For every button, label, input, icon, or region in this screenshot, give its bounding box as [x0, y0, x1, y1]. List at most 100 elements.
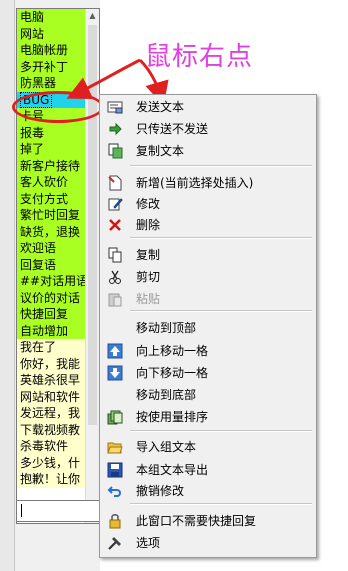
- list-item-label: 英雄杀很早: [20, 373, 81, 387]
- menu-item-label: 移动到顶部: [136, 321, 197, 335]
- menu-item[interactable]: 复制: [102, 245, 312, 265]
- menu-separator: [130, 430, 312, 432]
- list-item[interactable]: 英雄杀很早: [17, 372, 85, 389]
- menu-item-label: 修改: [136, 197, 161, 211]
- menu-item[interactable]: 粘贴: [102, 289, 312, 309]
- list-item[interactable]: 繁忙时回复: [17, 207, 85, 224]
- menu-item[interactable]: 撤销修改: [102, 481, 312, 501]
- arrow-right-icon: [107, 121, 123, 137]
- list-item[interactable]: 议价的对话: [17, 289, 85, 306]
- menu-item[interactable]: 向上移动一格: [102, 341, 312, 361]
- menu-item-label: 剪切: [136, 270, 161, 284]
- list-item-label: 网站: [20, 26, 45, 41]
- context-menu: 发送文本只传送不发送复制文本新增(当前选择处插入) 修改删除复制剪切粘贴移动到顶部…: [99, 94, 317, 558]
- menu-item-label: 此窗口不需要快捷回复: [136, 514, 257, 528]
- menu-item-label: 发送文本: [136, 100, 185, 114]
- undo-icon: [107, 483, 123, 499]
- list-item[interactable]: 我在了: [17, 339, 85, 356]
- menu-item-label: 导入组文本: [136, 440, 197, 454]
- menu-item[interactable]: 只传送不发送: [102, 119, 312, 139]
- list-item-label: 新客户接待: [20, 158, 81, 173]
- menu-item-label: 按使用量排序: [136, 410, 209, 424]
- list-item-label: ##对话用语: [20, 274, 85, 288]
- menu-item-label: 复制文本: [136, 144, 185, 158]
- list-item[interactable]: 电脑: [17, 9, 85, 26]
- new-document-icon: [107, 175, 123, 191]
- list-item[interactable]: 支付方式: [17, 190, 85, 207]
- list-item[interactable]: 报毒: [17, 124, 85, 141]
- list-item-label: 回复语: [20, 257, 57, 272]
- list-item[interactable]: 缺货，退换: [17, 223, 85, 240]
- list-item[interactable]: 多开补丁: [17, 58, 85, 75]
- lock-icon: [107, 513, 123, 529]
- menu-item[interactable]: 按使用量排序: [102, 407, 312, 427]
- list-scrollbar[interactable]: ▲ ▼: [85, 9, 99, 523]
- list-item[interactable]: 下载视频教: [17, 421, 85, 438]
- menu-separator: [130, 165, 312, 167]
- menu-item[interactable]: 选项: [102, 533, 312, 553]
- list-item[interactable]: ##对话用语: [17, 273, 85, 290]
- menu-item[interactable]: 删除: [102, 215, 312, 235]
- list-item[interactable]: 电脑帐册: [17, 42, 85, 59]
- list-item[interactable]: 掉了: [17, 141, 85, 158]
- highlight-oval: [12, 91, 104, 123]
- menu-item-label: 复制: [136, 248, 161, 262]
- list-item[interactable]: 抱歉！让你: [17, 471, 85, 488]
- menu-item-label: 撤销修改: [136, 484, 185, 498]
- list-item-label: 缺货，退换: [20, 224, 81, 239]
- list-item-label: 欢迎语: [20, 241, 57, 255]
- hammer-icon: [107, 535, 123, 551]
- menu-item[interactable]: 移动到底部: [102, 385, 312, 405]
- menu-item-label: 本组文本导出: [136, 463, 209, 477]
- list-item[interactable]: 新客户接待: [17, 157, 85, 174]
- list-item[interactable]: 网站: [17, 25, 85, 42]
- list-item[interactable]: 网站和软件: [17, 388, 85, 405]
- menu-item[interactable]: 移动到顶部: [102, 318, 312, 338]
- list-item-label: 多开补丁: [20, 59, 69, 74]
- list-item-label: 电脑帐册: [20, 43, 69, 57]
- menu-item[interactable]: 新增(当前选择处插入): [102, 173, 312, 193]
- list-item-label: 杀毒软件: [20, 439, 69, 453]
- text-caret: [21, 504, 22, 517]
- list-item[interactable]: 发远程，我: [17, 405, 85, 422]
- list-item[interactable]: 欢迎语: [17, 240, 85, 257]
- list-item-label: 网站和软件: [20, 389, 81, 404]
- list-item-label: 电脑: [20, 10, 45, 24]
- list-item-label: 你好，我能: [20, 356, 81, 371]
- list-item[interactable]: 多少钱，什: [17, 454, 85, 471]
- list-item[interactable]: 你好，我能: [17, 355, 85, 372]
- menu-item[interactable]: 本组文本导出: [102, 460, 312, 480]
- menu-item[interactable]: 修改: [102, 194, 312, 214]
- scroll-up-arrow-icon[interactable]: ▲: [86, 9, 99, 22]
- list-item[interactable]: 自动增加: [17, 322, 85, 339]
- menu-item[interactable]: 此窗口不需要快捷回复: [102, 511, 312, 531]
- menu-item[interactable]: 发送文本: [102, 97, 312, 117]
- list-item[interactable]: 客人砍价: [17, 174, 85, 191]
- left-toolbar-edge: [0, 0, 15, 571]
- list-item-label: 发远程，我: [20, 406, 81, 420]
- list-item[interactable]: 防黑器: [17, 75, 85, 92]
- list-item[interactable]: 快捷回复: [17, 306, 85, 323]
- list-item[interactable]: 回复语: [17, 256, 85, 273]
- menu-separator: [130, 503, 312, 505]
- list-item-label: 我在了: [20, 340, 57, 354]
- quick-reply-list[interactable]: 电脑 网站 电脑帐册 多开补丁 防黑器 BUG 卡号 报毒 掉了 新客户接待 客人砍价 支付方式 繁忙时…: [16, 8, 100, 524]
- menu-item-label: 移动到底部: [136, 388, 197, 402]
- menu-separator: [130, 310, 312, 312]
- menu-item-label: 向下移动一格: [136, 366, 209, 380]
- list-item-label: 多少钱，什: [20, 455, 81, 470]
- menu-item-label: 删除: [136, 218, 161, 232]
- copy-icon: [107, 247, 123, 263]
- scissors-icon: [107, 269, 123, 285]
- list-item-label: 抱歉！让你: [20, 472, 81, 486]
- move-up-icon: [107, 343, 123, 359]
- menu-item[interactable]: 导入组文本: [102, 437, 312, 457]
- menu-item[interactable]: 复制文本: [102, 141, 312, 161]
- list-item-label: 报毒: [20, 125, 45, 140]
- list-item[interactable]: 杀毒软件: [17, 438, 85, 455]
- list-filter-input[interactable]: [16, 500, 100, 522]
- scroll-thumb[interactable]: [88, 25, 97, 425]
- menu-item[interactable]: 向下移动一格: [102, 363, 312, 383]
- menu-item[interactable]: 剪切: [102, 267, 312, 287]
- list-item-label: 下载视频教: [20, 422, 81, 437]
